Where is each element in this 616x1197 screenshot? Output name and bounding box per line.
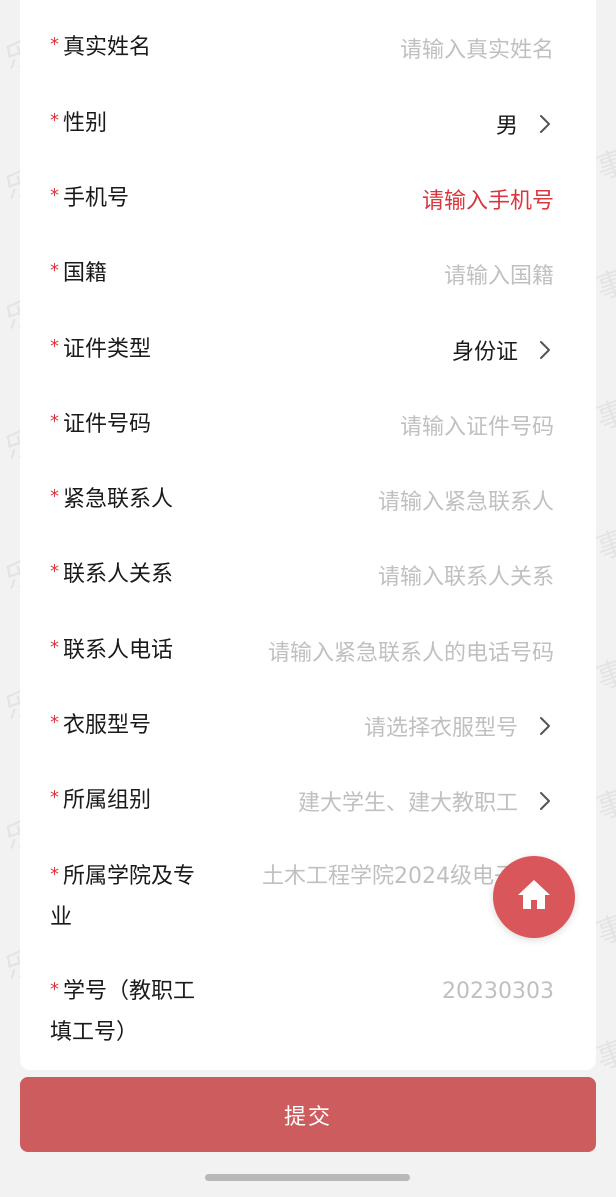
required-mark: * <box>50 335 59 357</box>
field-label-text: 证件号码 <box>63 411 152 437</box>
required-mark: * <box>50 184 59 206</box>
required-mark: * <box>50 864 59 885</box>
id-number-input[interactable]: 请输入证件号码 <box>400 387 554 462</box>
form-row-id-type[interactable]: * 证件类型 身份证 <box>20 312 596 387</box>
home-indicator <box>205 1174 410 1181</box>
field-label-text: 联系人电话 <box>63 637 174 663</box>
form-row-gender[interactable]: * 性别 男 <box>20 86 596 161</box>
required-mark: * <box>50 711 59 733</box>
field-label: * 国籍 <box>50 236 107 311</box>
required-mark: * <box>50 560 59 582</box>
required-mark: * <box>50 786 59 808</box>
form-row-student-id[interactable]: * 学号（教职工填工号） 20230303 <box>20 962 596 1062</box>
chevron-right-icon <box>538 86 552 161</box>
form-row-real-name[interactable]: * 真实姓名 请输入真实姓名 <box>20 10 596 85</box>
college-major-input[interactable]: 土木工程学院2024级电子 <box>262 857 516 897</box>
real-name-input[interactable]: 请输入真实姓名 <box>400 10 554 85</box>
submit-button[interactable]: 提交 <box>20 1077 596 1152</box>
home-button[interactable] <box>493 856 575 938</box>
page: 乐 乐 乐 乐 乐 乐 乐 乐 事 事 事 事 事 事 事 事 * 真实姓名 请… <box>0 0 616 1197</box>
form-row-nationality[interactable]: * 国籍 请输入国籍 <box>20 236 596 311</box>
field-label: * 衣服型号 <box>50 688 151 763</box>
field-label-text: 国籍 <box>63 260 108 286</box>
field-label-text: 联系人关系 <box>63 561 174 587</box>
field-label: * 真实姓名 <box>50 10 151 85</box>
field-label-text: 学号（教职工填工号） <box>50 979 196 1045</box>
contact-relation-input[interactable]: 请输入联系人关系 <box>378 537 554 612</box>
form-row-group[interactable]: * 所属组别 建大学生、建大教职工 <box>20 763 596 838</box>
field-label-text: 紧急联系人 <box>63 486 174 512</box>
field-label: * 所属组别 <box>50 763 151 838</box>
required-mark: * <box>50 979 59 1000</box>
field-label-text: 所属组别 <box>63 787 152 813</box>
field-label-text: 手机号 <box>63 185 130 211</box>
form-row-id-number[interactable]: * 证件号码 请输入证件号码 <box>20 387 596 462</box>
field-label-text: 证件类型 <box>63 336 152 362</box>
required-mark: * <box>50 109 59 131</box>
field-label: * 联系人关系 <box>50 537 173 612</box>
field-label: * 证件类型 <box>50 312 151 387</box>
required-mark: * <box>50 636 59 658</box>
required-mark: * <box>50 259 59 281</box>
phone-input[interactable]: 请输入手机号 <box>422 161 554 236</box>
field-label-text: 性别 <box>63 110 108 136</box>
field-label-text: 衣服型号 <box>63 712 152 738</box>
home-icon <box>514 875 554 919</box>
group-select[interactable]: 建大学生、建大教职工 <box>298 763 518 838</box>
chevron-right-icon <box>538 688 552 763</box>
form-row-contact-relation[interactable]: * 联系人关系 请输入联系人关系 <box>20 537 596 612</box>
id-type-select[interactable]: 身份证 <box>452 312 518 387</box>
clothing-size-select[interactable]: 请选择衣服型号 <box>364 688 518 763</box>
required-mark: * <box>50 485 59 507</box>
field-label: * 紧急联系人 <box>50 462 173 537</box>
form-row-phone[interactable]: * 手机号 请输入手机号 <box>20 161 596 236</box>
required-mark: * <box>50 410 59 432</box>
gender-select[interactable]: 男 <box>496 86 518 161</box>
field-label: * 手机号 <box>50 161 129 236</box>
chevron-right-icon <box>538 312 552 387</box>
field-label: * 证件号码 <box>50 387 151 462</box>
field-label: * 所属学院及专业 <box>50 857 215 938</box>
field-label-text: 所属学院及专业 <box>50 864 196 930</box>
nationality-input[interactable]: 请输入国籍 <box>444 236 554 311</box>
contact-phone-input[interactable]: 请输入紧急联系人的电话号码 <box>268 613 554 688</box>
field-label: * 学号（教职工填工号） <box>50 972 215 1053</box>
field-label-text: 真实姓名 <box>63 34 152 60</box>
required-mark: * <box>50 33 59 55</box>
form-row-contact-phone[interactable]: * 联系人电话 请输入紧急联系人的电话号码 <box>20 613 596 688</box>
emergency-contact-input[interactable]: 请输入紧急联系人 <box>378 462 554 537</box>
form-row-clothing-size[interactable]: * 衣服型号 请选择衣服型号 <box>20 688 596 763</box>
chevron-right-icon <box>538 763 552 838</box>
student-id-input[interactable]: 20230303 <box>442 972 554 1012</box>
field-label: * 联系人电话 <box>50 613 173 688</box>
field-label: * 性别 <box>50 86 107 161</box>
form-row-emergency-contact[interactable]: * 紧急联系人 请输入紧急联系人 <box>20 462 596 537</box>
